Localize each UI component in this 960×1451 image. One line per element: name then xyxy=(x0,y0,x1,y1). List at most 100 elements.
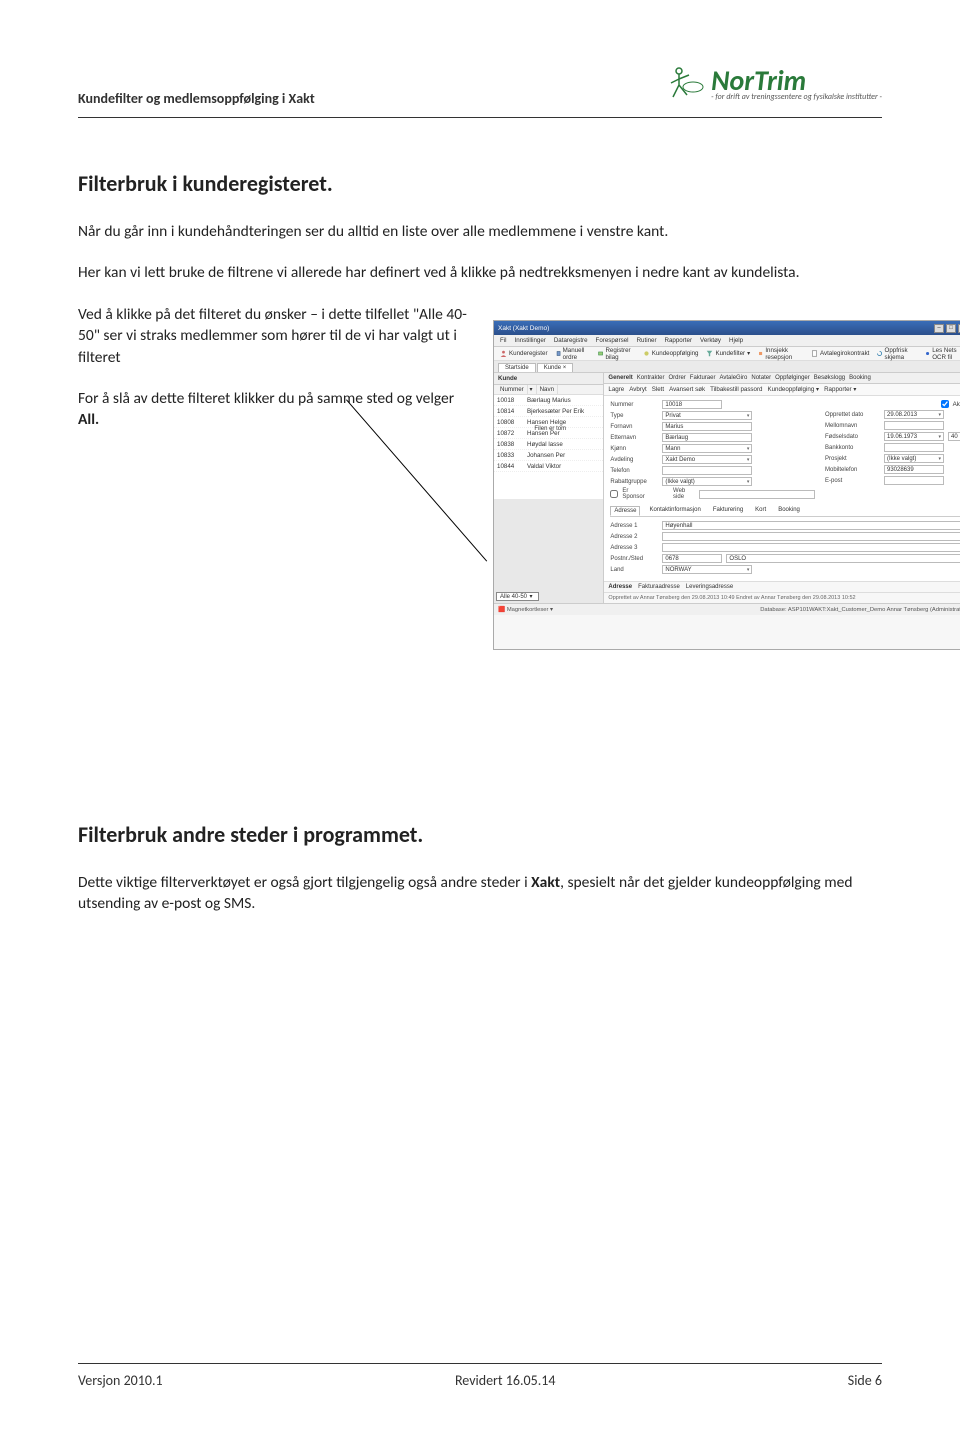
tab-leveringsadresse[interactable]: Leveringsadresse xyxy=(686,584,733,590)
nummer-field[interactable]: 10018 xyxy=(662,400,722,409)
menu-item[interactable]: Forespørsel xyxy=(596,337,629,344)
cell: 10833 xyxy=(497,452,527,459)
tab-kort[interactable]: Kort xyxy=(752,506,769,516)
avdeling-select[interactable]: Xakt Demo xyxy=(662,455,752,464)
cell: Johansen Per xyxy=(527,452,565,459)
tab-notater[interactable]: Notater xyxy=(751,375,771,381)
address-footer-tabs: Adresse Fakturaadresse Leveringsadresse xyxy=(604,581,960,592)
tab-kontrakter[interactable]: Kontrakter xyxy=(637,375,665,381)
tab-ordrer[interactable]: Ordrer xyxy=(668,375,685,381)
menu-item[interactable]: Innstillinger xyxy=(515,337,546,344)
cancel-button[interactable]: Avbryt xyxy=(629,386,646,393)
toolbar-item[interactable]: Registrer bilag xyxy=(598,347,634,361)
tab-fakturering[interactable]: Fakturering xyxy=(710,506,746,516)
opprettet-field[interactable]: 29.08.2013 xyxy=(884,410,944,419)
menu-item[interactable]: Rapporter xyxy=(665,337,693,344)
logo: NorTrim - for drift av treningssentere o… xyxy=(665,65,882,107)
col-nummer[interactable]: Nummer ▾ xyxy=(494,385,537,394)
land-select[interactable]: NORWAY xyxy=(662,565,752,574)
sted-field[interactable]: OSLO xyxy=(726,554,960,563)
table-row[interactable]: 10814Bjerkesæter Per Erik xyxy=(494,406,603,417)
menu-item[interactable]: Dataregistre xyxy=(554,337,588,344)
table-row[interactable]: 10018Bærlaug Marius xyxy=(494,395,603,406)
ledger-icon xyxy=(598,350,603,357)
filter-dropdown[interactable]: Alle 40-50▾ xyxy=(496,592,539,601)
etternavn-label: Etternavn xyxy=(610,435,658,441)
mellomnavn-field[interactable] xyxy=(884,421,944,430)
maximize-button[interactable]: □ xyxy=(946,324,956,333)
para-2: Her kan vi lett bruke de filtrene vi all… xyxy=(78,262,910,283)
web-field[interactable] xyxy=(699,490,815,499)
reports-button[interactable]: Rapporter ▾ xyxy=(824,386,856,393)
etternavn-field[interactable]: Bærlaug xyxy=(662,433,752,442)
menu-item[interactable]: Hjelp xyxy=(729,337,743,344)
fodsel-field[interactable]: 19.06.1973 xyxy=(884,432,944,441)
para-4-text: For å slå av dette filteret klikker du p… xyxy=(78,389,454,408)
advsearch-button[interactable]: Avansert søk xyxy=(669,386,705,393)
tab-label: Kunde xyxy=(544,365,561,371)
tab-adresse[interactable]: Adresse xyxy=(610,506,640,516)
bankkonto-field[interactable] xyxy=(884,443,944,452)
col-navn[interactable]: Navn xyxy=(537,385,558,394)
toolbar-item[interactable]: Kundeoppfølging xyxy=(643,350,699,357)
rabatt-label: Rabattgruppe xyxy=(610,479,658,485)
tab-adresse2[interactable]: Adresse xyxy=(608,584,632,590)
resetpwd-button[interactable]: Tilbakestill passord xyxy=(710,386,762,393)
delete-button[interactable]: Slett xyxy=(652,386,664,393)
table-row[interactable]: 10833Johansen Per xyxy=(494,450,603,461)
kjonn-label: Kjønn xyxy=(610,446,658,452)
adresse1-field[interactable]: Høyenhall xyxy=(662,521,960,530)
toolbar-item[interactable]: Innsjekk resepsjon xyxy=(758,347,803,361)
toolbar-item[interactable]: Oppfrisk skjema xyxy=(877,347,917,361)
chevron-down-icon: ▾ xyxy=(527,593,535,600)
postnr-field[interactable]: 0678 xyxy=(662,554,722,563)
adresse2-field[interactable] xyxy=(662,532,960,541)
para-4: For å slå av dette filteret klikker du p… xyxy=(78,388,473,431)
toolbar-item[interactable]: Manuell ordre xyxy=(556,347,591,361)
tab-kunde[interactable]: Kunde × xyxy=(537,363,574,372)
filen-er-tom: Filen er tom xyxy=(534,426,566,432)
tab-kontaktinfo[interactable]: Kontaktinformasjon xyxy=(646,506,703,516)
tab-generelt[interactable]: Generelt xyxy=(608,375,632,381)
table-row[interactable]: 10844Valdal Viktor xyxy=(494,461,603,472)
mobil-field[interactable]: 93028639 xyxy=(884,465,944,474)
toolbar-item[interactable]: Avtalegirokontrakt xyxy=(811,350,869,357)
tab-booking2[interactable]: Booking xyxy=(775,506,803,516)
epost-field[interactable] xyxy=(884,476,944,485)
customer-list-title: Kunde xyxy=(494,373,603,385)
type-label: Type xyxy=(610,413,658,419)
table-row[interactable]: 10838Høydal lasse xyxy=(494,439,603,450)
save-button[interactable]: Lagre xyxy=(608,386,624,393)
tab-startside[interactable]: Startside xyxy=(498,363,536,372)
followup-button[interactable]: Kundeoppfølging ▾ xyxy=(767,386,819,393)
telefon-field[interactable] xyxy=(662,466,752,475)
brand-name: NorTrim xyxy=(711,70,882,92)
tab-besokslogg[interactable]: Besøkslogg xyxy=(814,375,845,381)
aktiv-checkbox[interactable] xyxy=(941,400,949,408)
tab-fakturaadresse[interactable]: Fakturaadresse xyxy=(638,584,680,590)
tab-oppfolginger[interactable]: Oppfølginger xyxy=(775,375,810,381)
type-select[interactable]: Privat xyxy=(662,411,752,420)
adresse3-field[interactable] xyxy=(662,543,960,552)
tab-booking[interactable]: Booking xyxy=(849,375,871,381)
fornavn-field[interactable]: Marius xyxy=(662,422,752,431)
btn-label: Rapporter xyxy=(824,386,852,393)
prosjekt-select[interactable]: (Ikke valgt) xyxy=(884,454,944,463)
kjonn-select[interactable]: Mann xyxy=(662,444,752,453)
sponsor-checkbox[interactable] xyxy=(610,490,618,498)
tab-fakturaer[interactable]: Fakturaer xyxy=(690,375,716,381)
close-icon[interactable]: × xyxy=(563,365,567,371)
toolbar-item[interactable]: Les Nets OCR fil xyxy=(925,347,960,361)
menu-item[interactable]: Verktøy xyxy=(700,337,721,344)
toolbar-item[interactable]: Kundefilter▾ xyxy=(706,350,750,357)
toolbar-item[interactable]: Kunderegister xyxy=(500,350,548,357)
tb-label: Manuell ordre xyxy=(563,347,591,361)
tab-avtalegiro[interactable]: AvtaleGiro xyxy=(719,375,747,381)
menu-item[interactable]: Fil xyxy=(500,337,507,344)
menu-item[interactable]: Rutiner xyxy=(637,337,657,344)
rabatt-select[interactable]: (Ikke valgt) xyxy=(662,477,752,486)
adresse2-label: Adresse 2 xyxy=(610,534,658,540)
minimize-button[interactable]: – xyxy=(934,324,944,333)
tb-label: Kunderegister xyxy=(509,350,548,357)
brand-tagline: - for drift av treningssentere og fysika… xyxy=(711,92,882,102)
